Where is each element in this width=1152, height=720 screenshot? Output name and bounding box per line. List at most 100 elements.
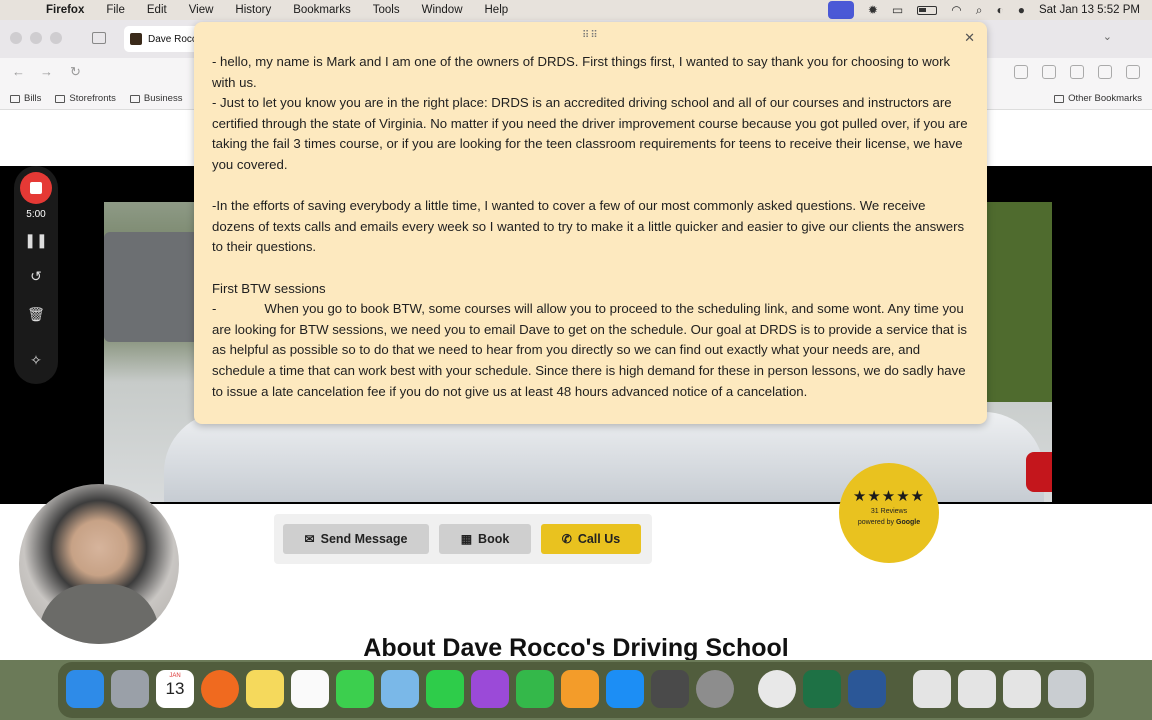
- menu-edit[interactable]: Edit: [147, 4, 167, 16]
- launchpad-icon[interactable]: [111, 670, 149, 708]
- calendar-day: 13: [165, 679, 185, 698]
- siri-icon[interactable]: ●: [1018, 3, 1025, 17]
- call-us-button[interactable]: ✆ Call Us: [541, 524, 641, 554]
- system-settings-icon[interactable]: [696, 670, 734, 708]
- send-message-button[interactable]: ✉ Send Message: [283, 524, 429, 554]
- gear-icon[interactable]: ✹: [868, 3, 878, 17]
- call-us-label: Call Us: [577, 532, 621, 546]
- folder-icon: [55, 94, 66, 103]
- bookmark-label: Business: [143, 93, 183, 104]
- finder-icon[interactable]: [66, 670, 104, 708]
- reload-icon[interactable]: ↻: [70, 64, 81, 80]
- zoom-window-button[interactable]: [50, 32, 62, 44]
- extensions-icon[interactable]: [1098, 65, 1112, 79]
- bookmark-label: Bills: [24, 93, 42, 104]
- download-icon[interactable]: [1042, 65, 1056, 79]
- pages-icon[interactable]: [561, 670, 599, 708]
- notes-icon[interactable]: [246, 670, 284, 708]
- toolbar-icons: [1014, 65, 1140, 79]
- tab-list-icon[interactable]: [92, 32, 106, 44]
- folder-icon: [1054, 94, 1065, 103]
- menu-bookmarks[interactable]: Bookmarks: [293, 4, 351, 16]
- drag-handle-icon[interactable]: ⠿⠿: [582, 30, 599, 41]
- recent-window-icon[interactable]: [1003, 670, 1041, 708]
- menu-view[interactable]: View: [189, 4, 214, 16]
- reminders-icon[interactable]: [291, 670, 329, 708]
- calendar-icon[interactable]: JAN 13: [156, 670, 194, 708]
- dock: JAN 13: [58, 662, 1094, 718]
- trash-icon[interactable]: 🗑: [14, 306, 58, 323]
- book-button[interactable]: ▦ Book: [439, 524, 531, 554]
- firefox-icon[interactable]: [201, 670, 239, 708]
- bookmark-business[interactable]: Business: [129, 93, 183, 104]
- wifi-icon[interactable]: ◠: [951, 3, 961, 17]
- effects-icon[interactable]: ✧: [14, 352, 58, 369]
- recorder-toolbar: 5:00 ❚❚ ↺ 🗑 ✧: [14, 166, 58, 384]
- calculator-icon[interactable]: [651, 670, 689, 708]
- send-message-label: Send Message: [320, 532, 408, 546]
- reviews-badge[interactable]: ★★★★★ 31 Reviews powered by Google: [839, 463, 939, 563]
- chrome-icon[interactable]: [758, 670, 796, 708]
- recent-window-icon[interactable]: [913, 670, 951, 708]
- back-icon[interactable]: ←: [12, 64, 25, 79]
- powered-by: powered by Google: [839, 519, 939, 526]
- podcasts-icon[interactable]: [471, 670, 509, 708]
- phone-icon: ✆: [561, 532, 572, 546]
- folder-icon: [129, 94, 140, 103]
- maps-icon[interactable]: [381, 670, 419, 708]
- close-icon[interactable]: ✕: [964, 30, 975, 46]
- close-window-button[interactable]: [10, 32, 22, 44]
- messages-icon[interactable]: [336, 670, 374, 708]
- script-text: - hello, my name is Mark and I am one of…: [212, 52, 968, 402]
- paragraph-intro: - hello, my name is Mark and I am one of…: [212, 54, 951, 90]
- mail-icon: ✉: [304, 532, 315, 546]
- restart-icon[interactable]: ↺: [14, 268, 58, 285]
- book-label: Book: [478, 532, 510, 546]
- menu-icon[interactable]: [1126, 65, 1140, 79]
- bookmark-label: Storefronts: [69, 93, 116, 104]
- stop-record-button[interactable]: [20, 172, 52, 204]
- about-heading: About Dave Rocco's Driving School: [363, 634, 789, 660]
- calendar-icon: ▦: [460, 532, 473, 546]
- menu-help[interactable]: Help: [485, 4, 509, 16]
- webcam-bubble[interactable]: [19, 484, 179, 644]
- search-icon[interactable]: ⌕: [976, 3, 983, 18]
- forward-icon[interactable]: →: [40, 64, 53, 79]
- window-controls: [10, 32, 62, 44]
- recent-window-icon[interactable]: [958, 670, 996, 708]
- control-center-icon[interactable]: ◐: [996, 3, 1003, 17]
- app-store-icon[interactable]: [606, 670, 644, 708]
- display-icon[interactable]: ▭: [892, 3, 903, 17]
- menubar-clock[interactable]: Sat Jan 13 5:52 PM: [1039, 4, 1140, 16]
- status-area: ✹ ▭ ◠ ⌕ ◐ ● Sat Jan 13 5:52 PM: [827, 0, 1140, 20]
- favicon-icon: [130, 33, 142, 45]
- word-icon[interactable]: [848, 670, 886, 708]
- powered-prefix: powered by: [857, 519, 895, 526]
- account-icon[interactable]: [1070, 65, 1084, 79]
- script-panel[interactable]: ⠿⠿ ✕ - hello, my name is Mark and I am o…: [194, 22, 987, 424]
- menu-tools[interactable]: Tools: [373, 4, 400, 16]
- menu-window[interactable]: Window: [422, 4, 463, 16]
- menu-history[interactable]: History: [235, 4, 271, 16]
- pocket-icon[interactable]: [1014, 65, 1028, 79]
- numbers-icon[interactable]: [516, 670, 554, 708]
- minimize-window-button[interactable]: [30, 32, 42, 44]
- trash-icon[interactable]: [1048, 670, 1086, 708]
- paragraph-heading: First BTW sessions: [212, 280, 326, 296]
- battery-icon[interactable]: [917, 5, 938, 15]
- paragraph-btw-text: When you go to book BTW, some courses wi…: [212, 301, 967, 399]
- excel-icon[interactable]: [803, 670, 841, 708]
- facetime-icon[interactable]: [426, 670, 464, 708]
- paragraph-dash: -: [212, 301, 217, 317]
- screen-record-icon[interactable]: [827, 1, 854, 19]
- bookmark-bills[interactable]: Bills: [10, 93, 41, 104]
- menu-app-name[interactable]: Firefox: [46, 4, 84, 16]
- pause-icon[interactable]: ❚❚: [14, 232, 58, 249]
- paragraph-btw: - When you go to book BTW, some courses w…: [212, 299, 968, 402]
- chevron-down-icon[interactable]: ⌄: [1103, 30, 1112, 43]
- action-bar: ✉ Send Message ▦ Book ✆ Call Us: [274, 514, 652, 564]
- truck-shape: [104, 232, 204, 342]
- bookmark-other[interactable]: Other Bookmarks: [1054, 93, 1142, 104]
- menu-file[interactable]: File: [106, 4, 125, 16]
- bookmark-storefronts[interactable]: Storefronts: [55, 93, 116, 104]
